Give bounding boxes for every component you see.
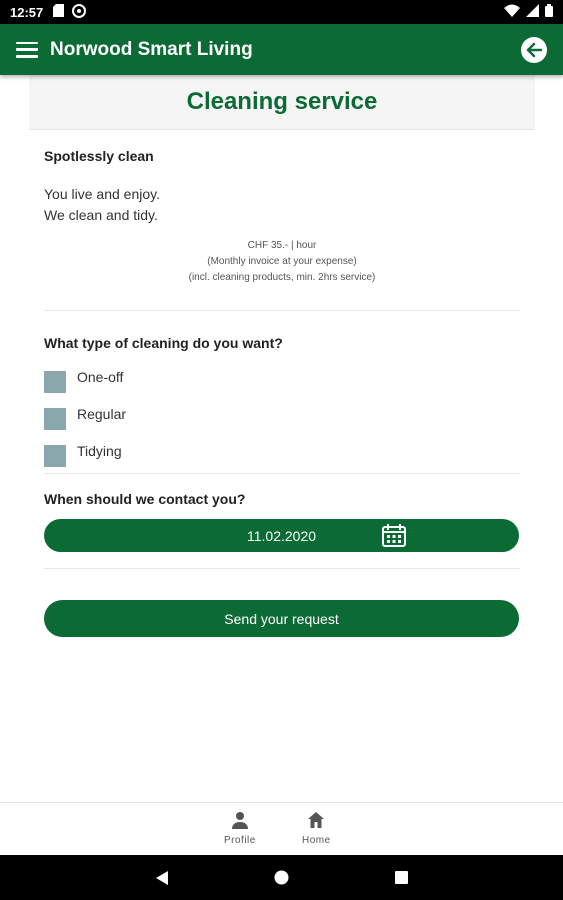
checkbox[interactable] bbox=[44, 407, 66, 430]
divider bbox=[44, 473, 520, 474]
send-request-label: Send your request bbox=[224, 610, 339, 627]
price-line-1: CHF 35.- | hour bbox=[247, 240, 317, 251]
page-title: Cleaning service bbox=[186, 88, 378, 115]
status-bar: 12:57 bbox=[0, 0, 563, 24]
contact-date: 11.02.2020 bbox=[246, 527, 317, 544]
intro-heading: Spotlessly clean bbox=[44, 148, 154, 164]
price-line-3: (incl. cleaning products, min. 2hrs serv… bbox=[188, 272, 376, 283]
battery-icon bbox=[545, 4, 553, 20]
cleaning-type-section: What type of cleaning do you want? One-o… bbox=[44, 335, 520, 474]
intro-line-2: We clean and tidy. bbox=[44, 207, 158, 223]
option-label: One-off bbox=[77, 368, 124, 385]
recents-square-icon[interactable] bbox=[395, 871, 408, 889]
intro-section: Spotlessly clean You live and enjoy. We … bbox=[44, 148, 520, 286]
option-regular[interactable]: Regular bbox=[44, 400, 520, 437]
page-header: Cleaning service bbox=[29, 75, 535, 130]
calendar-icon bbox=[382, 524, 406, 550]
contact-question: When should we contact you? bbox=[44, 491, 246, 507]
submit-section: Send your request bbox=[44, 600, 520, 637]
nav-profile[interactable]: Profile bbox=[224, 811, 256, 846]
wifi-icon bbox=[504, 4, 520, 20]
nav-profile-label: Profile bbox=[224, 835, 256, 846]
home-icon bbox=[307, 811, 325, 832]
checkbox[interactable] bbox=[44, 444, 66, 467]
status-time: 12:57 bbox=[10, 4, 44, 20]
option-label: Regular bbox=[77, 405, 127, 422]
signal-icon bbox=[526, 4, 539, 20]
option-label: Tidying bbox=[77, 442, 122, 459]
nav-home[interactable]: Home bbox=[302, 811, 331, 846]
main-content: Cleaning service Spotlessly clean You li… bbox=[0, 75, 563, 802]
price-line-2: (Monthly invoice at your expense) bbox=[207, 256, 357, 267]
cleaning-type-question: What type of cleaning do you want? bbox=[44, 335, 283, 351]
divider bbox=[44, 310, 520, 311]
intro-line-1: You live and enjoy. bbox=[44, 186, 160, 202]
menu-icon[interactable] bbox=[16, 41, 38, 58]
back-triangle-icon[interactable] bbox=[156, 871, 168, 890]
option-tidying[interactable]: Tidying bbox=[44, 437, 520, 474]
send-request-button[interactable]: Send your request bbox=[44, 600, 519, 637]
nav-home-label: Home bbox=[302, 835, 331, 846]
person-icon bbox=[231, 811, 249, 832]
contact-section: When should we contact you? 11.02.2020 bbox=[44, 491, 520, 552]
home-circle-icon[interactable] bbox=[274, 870, 289, 890]
divider bbox=[44, 568, 520, 569]
app-title: Norwood Smart Living bbox=[50, 38, 253, 60]
bottom-navigation: Profile Home bbox=[0, 802, 563, 855]
system-nav-bar bbox=[0, 855, 563, 900]
sync-icon bbox=[72, 3, 87, 21]
date-picker-button[interactable]: 11.02.2020 bbox=[44, 519, 519, 552]
app-bar: Norwood Smart Living bbox=[0, 24, 563, 75]
checkbox[interactable] bbox=[44, 370, 66, 393]
sd-card-icon bbox=[53, 4, 65, 20]
arrow-back-icon[interactable] bbox=[521, 36, 547, 63]
option-one-off[interactable]: One-off bbox=[44, 363, 520, 400]
